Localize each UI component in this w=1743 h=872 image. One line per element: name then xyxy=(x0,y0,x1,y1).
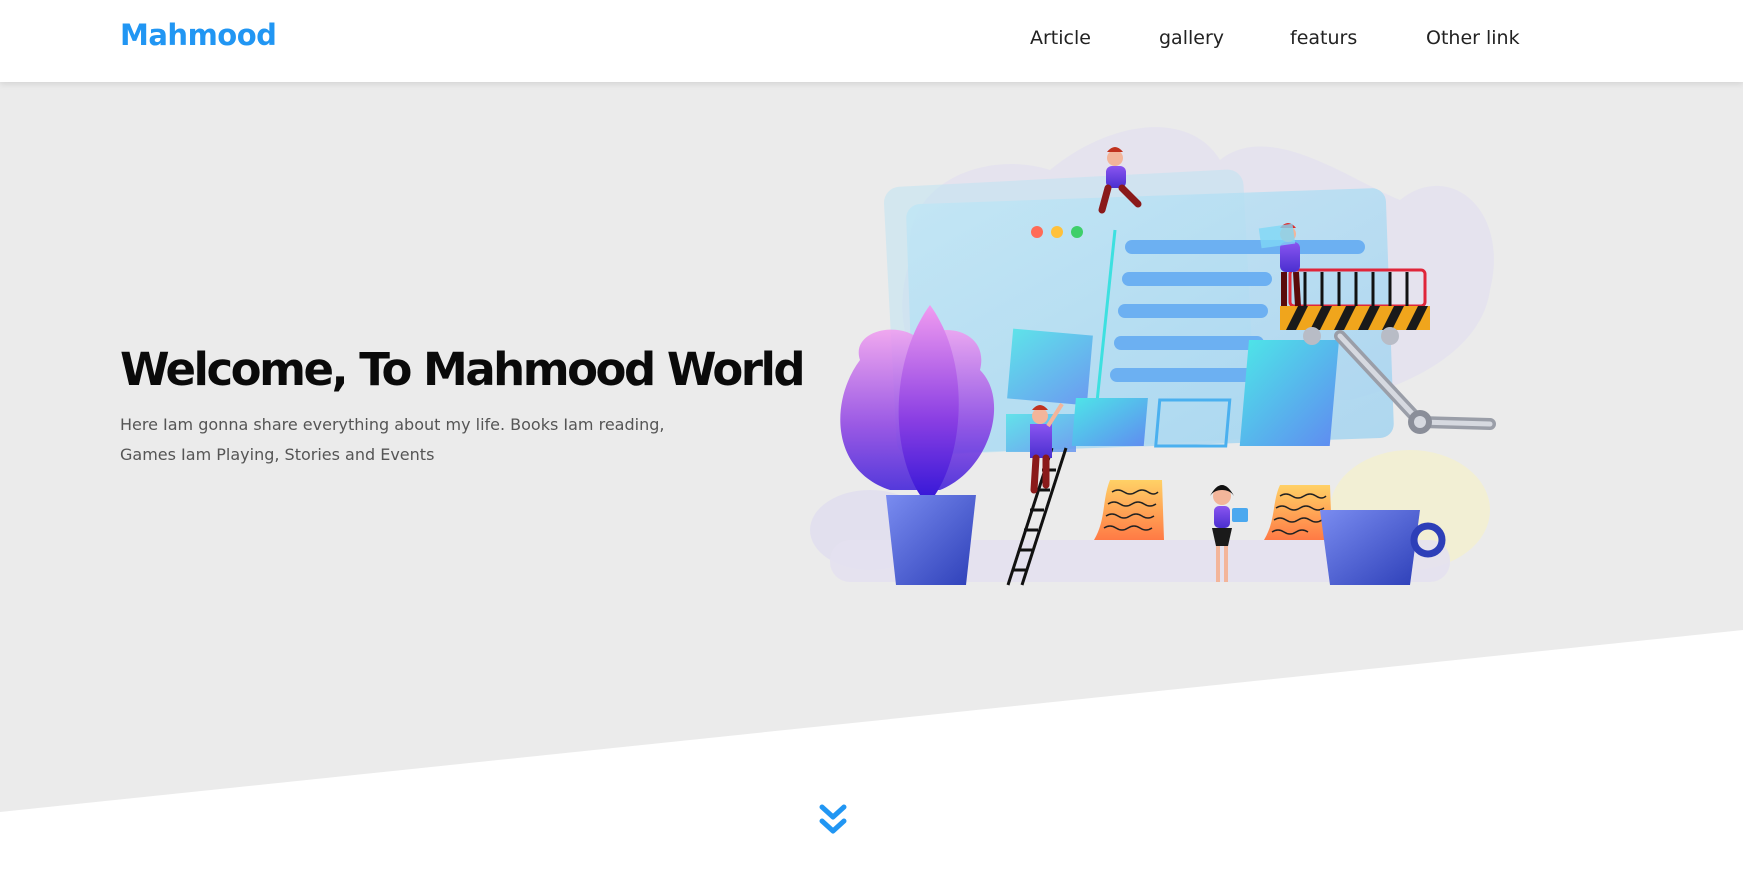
image-block xyxy=(1071,398,1148,446)
image-block xyxy=(1239,340,1340,446)
nav-link-features[interactable]: featurs xyxy=(1290,27,1357,49)
nav-link-article[interactable]: Article xyxy=(1030,27,1091,49)
hero-illustration xyxy=(810,127,1496,586)
window-minimize-dot xyxy=(1051,226,1063,238)
window-maximize-dot xyxy=(1071,226,1083,238)
nav-link-other[interactable]: Other link xyxy=(1426,27,1520,49)
nav-link-gallery[interactable]: gallery xyxy=(1159,27,1224,49)
site-header: Mahmood Article gallery featurs Other li… xyxy=(0,0,1743,82)
sticky-note xyxy=(1094,480,1164,540)
window-close-dot xyxy=(1031,226,1043,238)
image-block xyxy=(1007,328,1093,406)
hero-title: Welcome, To Mahmood World xyxy=(120,343,806,396)
hero-description: Here Iam gonna share everything about my… xyxy=(120,415,665,464)
main-nav: Article gallery featurs Other link xyxy=(0,27,1743,57)
double-chevron-down-icon[interactable] xyxy=(818,803,848,837)
